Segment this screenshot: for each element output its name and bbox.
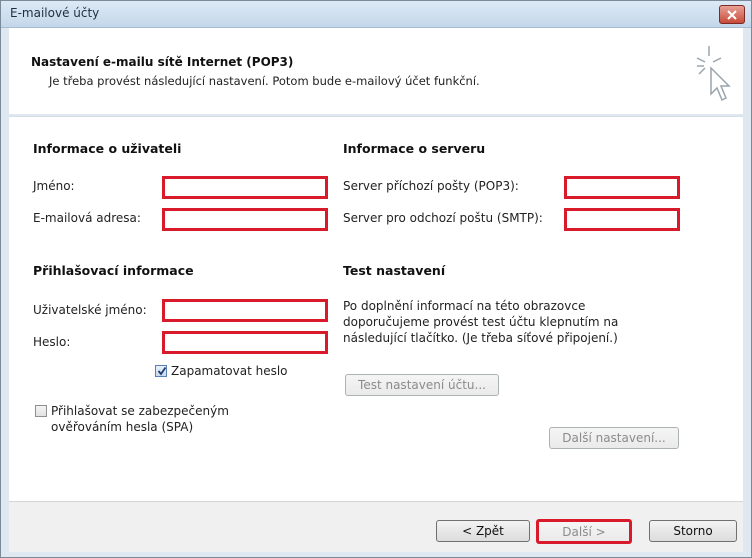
back-button[interactable]: < Zpět bbox=[436, 520, 530, 542]
outgoing-server-label: Server pro odchozí poštu (SMTP): bbox=[343, 211, 543, 225]
name-label: Jméno: bbox=[33, 179, 75, 193]
email-field[interactable] bbox=[162, 208, 328, 231]
checkmark-icon bbox=[157, 366, 167, 376]
window-title: E-mailové účty bbox=[10, 6, 100, 20]
incoming-server-field[interactable] bbox=[564, 176, 680, 199]
password-label: Heslo: bbox=[33, 335, 71, 349]
username-field[interactable] bbox=[162, 299, 328, 322]
next-button[interactable]: Další > bbox=[536, 519, 632, 544]
name-field[interactable] bbox=[162, 176, 328, 199]
header-subtitle: Je třeba provést následující nastavení. … bbox=[49, 74, 480, 88]
header-title: Nastavení e-mailu sítě Internet (POP3) bbox=[31, 55, 294, 69]
user-info-heading: Informace o uživateli bbox=[33, 141, 182, 156]
test-description-line2: doporučujeme provést test účtu klepnutím… bbox=[343, 315, 619, 329]
incoming-server-label: Server příchozí pošty (POP3): bbox=[343, 179, 519, 193]
test-settings-heading: Test nastavení bbox=[343, 263, 446, 278]
email-label: E-mailová adresa: bbox=[33, 211, 141, 225]
close-button[interactable] bbox=[719, 5, 745, 24]
server-info-heading: Informace o serveru bbox=[343, 141, 486, 156]
test-account-button[interactable]: Test nastavení účtu... bbox=[345, 374, 499, 396]
password-field[interactable] bbox=[162, 331, 328, 354]
test-description-line3: následující tlačítko. (Je třeba síťové p… bbox=[343, 331, 618, 345]
spa-checkbox[interactable] bbox=[35, 405, 47, 417]
remember-password-checkbox[interactable] bbox=[155, 365, 167, 377]
dialog-header: Nastavení e-mailu sítě Internet (POP3) J… bbox=[9, 28, 743, 114]
spa-label-line2[interactable]: ověřováním hesla (SPA) bbox=[51, 420, 193, 434]
dialog-footer bbox=[9, 501, 743, 552]
spa-label-line1[interactable]: Přihlašovat se zabezpečeným bbox=[51, 404, 229, 418]
outgoing-server-field[interactable] bbox=[564, 208, 680, 231]
more-settings-button[interactable]: Další nastavení... bbox=[549, 427, 679, 449]
dialog-window: E-mailové účty Nastavení e-mailu sítě In… bbox=[0, 0, 752, 558]
title-bar[interactable]: E-mailové účty bbox=[1, 1, 751, 28]
username-label: Uživatelské jméno: bbox=[33, 303, 147, 317]
cursor-sparkle-icon bbox=[696, 46, 731, 102]
close-icon bbox=[727, 9, 737, 20]
remember-password-label[interactable]: Zapamatovat heslo bbox=[171, 364, 288, 378]
cancel-button[interactable]: Storno bbox=[649, 520, 737, 542]
test-description-line1: Po doplnění informací na této obrazovce bbox=[343, 299, 586, 313]
login-info-heading: Přihlašovací informace bbox=[33, 263, 194, 278]
